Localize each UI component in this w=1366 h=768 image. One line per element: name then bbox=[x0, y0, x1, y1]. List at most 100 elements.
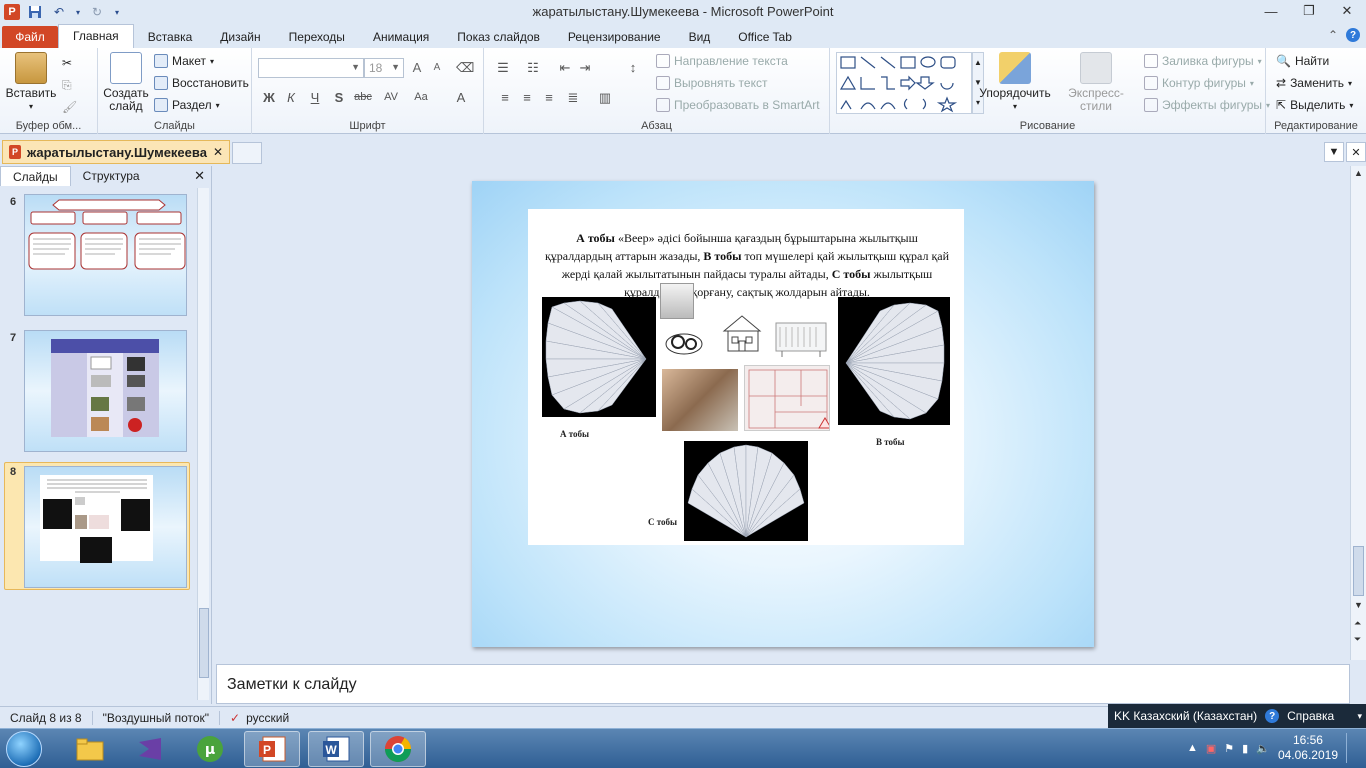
show-desktop-button[interactable] bbox=[1346, 733, 1356, 763]
taskbar-app-powerpoint[interactable]: P bbox=[244, 731, 300, 767]
new-tab-button[interactable] bbox=[232, 142, 262, 164]
previous-slide-icon[interactable]: ⏶ bbox=[1354, 618, 1361, 629]
justify-icon[interactable]: ≣ bbox=[564, 90, 582, 106]
clear-format-icon[interactable]: ⌫ bbox=[456, 60, 474, 76]
tab-view[interactable]: Вид bbox=[675, 26, 725, 48]
taskbar-app-visual-studio[interactable] bbox=[122, 731, 178, 767]
restore-icon[interactable]: ❐ bbox=[1290, 0, 1328, 22]
tray-flag-icon[interactable]: ⚑ bbox=[1224, 742, 1234, 755]
start-button[interactable] bbox=[6, 731, 42, 767]
format-painter-icon[interactable]: 🖌 bbox=[62, 98, 77, 116]
font-name-field[interactable]: ▼ bbox=[258, 58, 364, 78]
shrink-font-button[interactable]: A bbox=[428, 62, 446, 73]
slide-thumbnail[interactable] bbox=[24, 330, 187, 452]
help-label[interactable]: Справка bbox=[1287, 709, 1334, 723]
network-icon[interactable]: ▮ bbox=[1242, 742, 1248, 755]
tab-transitions[interactable]: Переходы bbox=[275, 26, 359, 48]
slide-area-scrollbar[interactable]: ▲ ▼ ⏶ ⏷ bbox=[1350, 166, 1366, 660]
redo-icon[interactable]: ↻ bbox=[88, 3, 106, 21]
taskbar-app-utorrent[interactable]: µ bbox=[182, 731, 238, 767]
minimize-icon[interactable]: — bbox=[1252, 0, 1290, 22]
tab-insert[interactable]: Вставка bbox=[134, 26, 207, 48]
tab-review[interactable]: Рецензирование bbox=[554, 26, 675, 48]
scroll-up-icon[interactable]: ▲ bbox=[1354, 168, 1363, 178]
slide-thumbnail-selected[interactable] bbox=[24, 466, 187, 588]
shape-outline-button[interactable]: Контур фигуры ▾ bbox=[1144, 74, 1254, 92]
bullets-icon[interactable]: ☰ bbox=[494, 60, 512, 76]
shape-effects-button[interactable]: Эффекты фигуры ▾ bbox=[1144, 96, 1270, 114]
underline-button[interactable]: Ч bbox=[306, 90, 324, 105]
tab-home[interactable]: Главная bbox=[58, 24, 134, 48]
increase-indent-icon[interactable]: ⇥ bbox=[576, 60, 594, 76]
close-pane-icon[interactable]: ✕ bbox=[194, 168, 205, 184]
cut-icon[interactable]: ✂ bbox=[62, 54, 72, 72]
taskbar-app-chrome[interactable] bbox=[370, 731, 426, 767]
next-slide-icon[interactable]: ⏷ bbox=[1354, 634, 1361, 645]
columns-icon[interactable]: ▥ bbox=[596, 90, 614, 106]
new-slide-button[interactable]: Создать слайд bbox=[102, 52, 150, 113]
shapes-gallery[interactable] bbox=[836, 52, 972, 114]
slides-pane-scroll-thumb[interactable] bbox=[199, 608, 209, 678]
tab-design[interactable]: Дизайн bbox=[206, 26, 274, 48]
italic-button[interactable]: К bbox=[282, 90, 300, 105]
font-color-button[interactable]: A bbox=[452, 90, 470, 105]
clock[interactable]: 16:56 04.06.2019 bbox=[1278, 733, 1338, 763]
tray-app-icon[interactable]: ▣ bbox=[1206, 742, 1216, 755]
find-button[interactable]: 🔍 Найти bbox=[1276, 52, 1329, 70]
qat-customize-icon[interactable]: ▾ bbox=[112, 3, 122, 21]
reset-button[interactable]: Восстановить bbox=[154, 74, 249, 92]
close-icon[interactable]: ✕ bbox=[1328, 0, 1366, 22]
quick-styles-button[interactable]: Экспресс-стили bbox=[1054, 52, 1138, 113]
align-center-icon[interactable]: ≡ bbox=[518, 90, 536, 105]
theme-status[interactable]: "Воздушный поток" bbox=[93, 710, 221, 725]
shape-fill-button[interactable]: Заливка фигуры ▾ bbox=[1144, 52, 1262, 70]
notes-pane[interactable]: Заметки к слайду bbox=[216, 664, 1350, 704]
decrease-indent-icon[interactable]: ⇤ bbox=[556, 60, 574, 76]
tab-outline[interactable]: Структура bbox=[71, 166, 152, 186]
copy-icon[interactable]: ⎘ bbox=[62, 76, 72, 94]
align-right-icon[interactable]: ≡ bbox=[540, 90, 558, 105]
slide-content-picture[interactable]: А тобы «Веер» әдісі бойынша қағаздың бұр… bbox=[528, 209, 964, 545]
volume-icon[interactable]: 🔈 bbox=[1256, 742, 1270, 755]
strikethrough-button[interactable]: abc bbox=[352, 91, 374, 103]
tab-slideshow[interactable]: Показ слайдов bbox=[443, 26, 554, 48]
numbering-icon[interactable]: ☷ bbox=[524, 60, 542, 76]
tab-slides[interactable]: Слайды bbox=[0, 166, 71, 186]
language-bar-options-icon[interactable]: ▾ bbox=[1357, 711, 1362, 722]
scroll-down-icon[interactable]: ▼ bbox=[1354, 600, 1363, 610]
language-status[interactable]: ✓ русский bbox=[220, 711, 299, 725]
smartart-button[interactable]: Преобразовать в SmartArt bbox=[656, 96, 820, 114]
grow-font-button[interactable]: A bbox=[408, 60, 426, 75]
section-button[interactable]: Раздел ▾ bbox=[154, 96, 220, 114]
save-icon[interactable] bbox=[26, 3, 44, 21]
tab-file[interactable]: Файл bbox=[2, 26, 58, 48]
undo-icon[interactable]: ↶ bbox=[50, 3, 68, 21]
close-tab-icon[interactable]: ✕ bbox=[213, 145, 223, 159]
document-tab[interactable]: P жаратылыстану.Шумекеева ✕ bbox=[2, 140, 230, 164]
tab-list-dropdown-icon[interactable]: ▼ bbox=[1324, 142, 1344, 162]
arrange-button[interactable]: Упорядочить ▾ bbox=[978, 52, 1052, 113]
shadow-button[interactable]: S bbox=[330, 90, 348, 105]
slide-canvas[interactable]: А тобы «Веер» әдісі бойынша қағаздың бұр… bbox=[472, 181, 1094, 647]
slides-pane-scrollbar[interactable] bbox=[197, 188, 209, 700]
line-spacing-icon[interactable]: ↕ bbox=[624, 60, 642, 75]
align-text-button[interactable]: Выровнять текст bbox=[656, 74, 767, 92]
select-button[interactable]: ⇱ Выделить ▾ bbox=[1276, 96, 1353, 114]
help-icon[interactable]: ? bbox=[1346, 28, 1360, 42]
replace-button[interactable]: ⇄ Заменить ▾ bbox=[1276, 74, 1352, 92]
taskbar-app-word[interactable]: W bbox=[308, 731, 364, 767]
close-document-icon[interactable]: ✕ bbox=[1346, 142, 1366, 162]
tab-office-tab[interactable]: Office Tab bbox=[724, 26, 806, 48]
tab-animations[interactable]: Анимация bbox=[359, 26, 443, 48]
slide-scroll-thumb[interactable] bbox=[1353, 546, 1364, 596]
align-left-icon[interactable]: ≡ bbox=[496, 90, 514, 105]
font-size-field[interactable]: 18 ▼ bbox=[364, 58, 404, 78]
taskbar-app-explorer[interactable] bbox=[62, 731, 118, 767]
char-spacing-button[interactable]: AV bbox=[380, 91, 402, 103]
slide-thumbnail[interactable] bbox=[24, 194, 187, 316]
paste-button[interactable]: Вставить ▾ bbox=[4, 52, 58, 113]
keyboard-layout[interactable]: KK Казахский (Казахстан) bbox=[1114, 709, 1257, 723]
powerpoint-app-icon[interactable]: P bbox=[4, 4, 20, 20]
text-direction-button[interactable]: Направление текста bbox=[656, 52, 788, 70]
change-case-button[interactable]: Aa bbox=[410, 91, 432, 103]
